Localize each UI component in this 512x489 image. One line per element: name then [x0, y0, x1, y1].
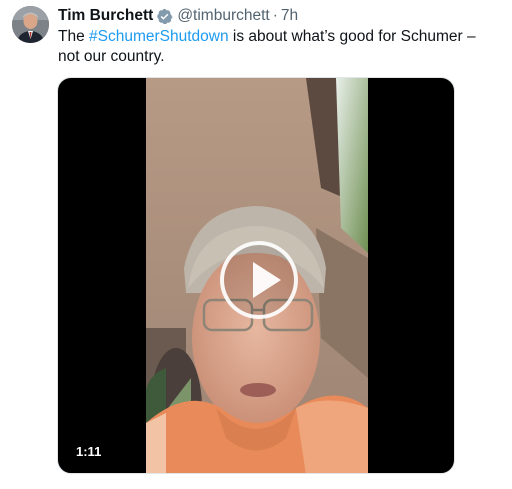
separator-dot: · — [272, 7, 278, 24]
author-name[interactable]: Tim Burchett — [58, 6, 153, 26]
avatar-image — [12, 6, 49, 43]
play-icon — [253, 262, 281, 298]
hashtag-link[interactable]: #SchumerShutdown — [89, 28, 229, 45]
tweet: Tim Burchett @timburchett · 7h The #Schu… — [0, 0, 512, 489]
tweet-header: Tim Burchett @timburchett · 7h — [58, 6, 298, 26]
play-button[interactable] — [220, 241, 298, 319]
author-handle[interactable]: @timburchett — [177, 6, 269, 26]
verified-badge-icon — [157, 8, 173, 24]
tweet-text: The #SchumerShutdown is about what’s goo… — [58, 27, 498, 67]
tweet-timestamp[interactable]: 7h — [281, 6, 298, 26]
video-player[interactable]: 1:11 — [57, 77, 455, 474]
video-duration: 1:11 — [71, 442, 107, 462]
avatar[interactable] — [12, 6, 49, 43]
tweet-text-start: The — [58, 28, 90, 45]
